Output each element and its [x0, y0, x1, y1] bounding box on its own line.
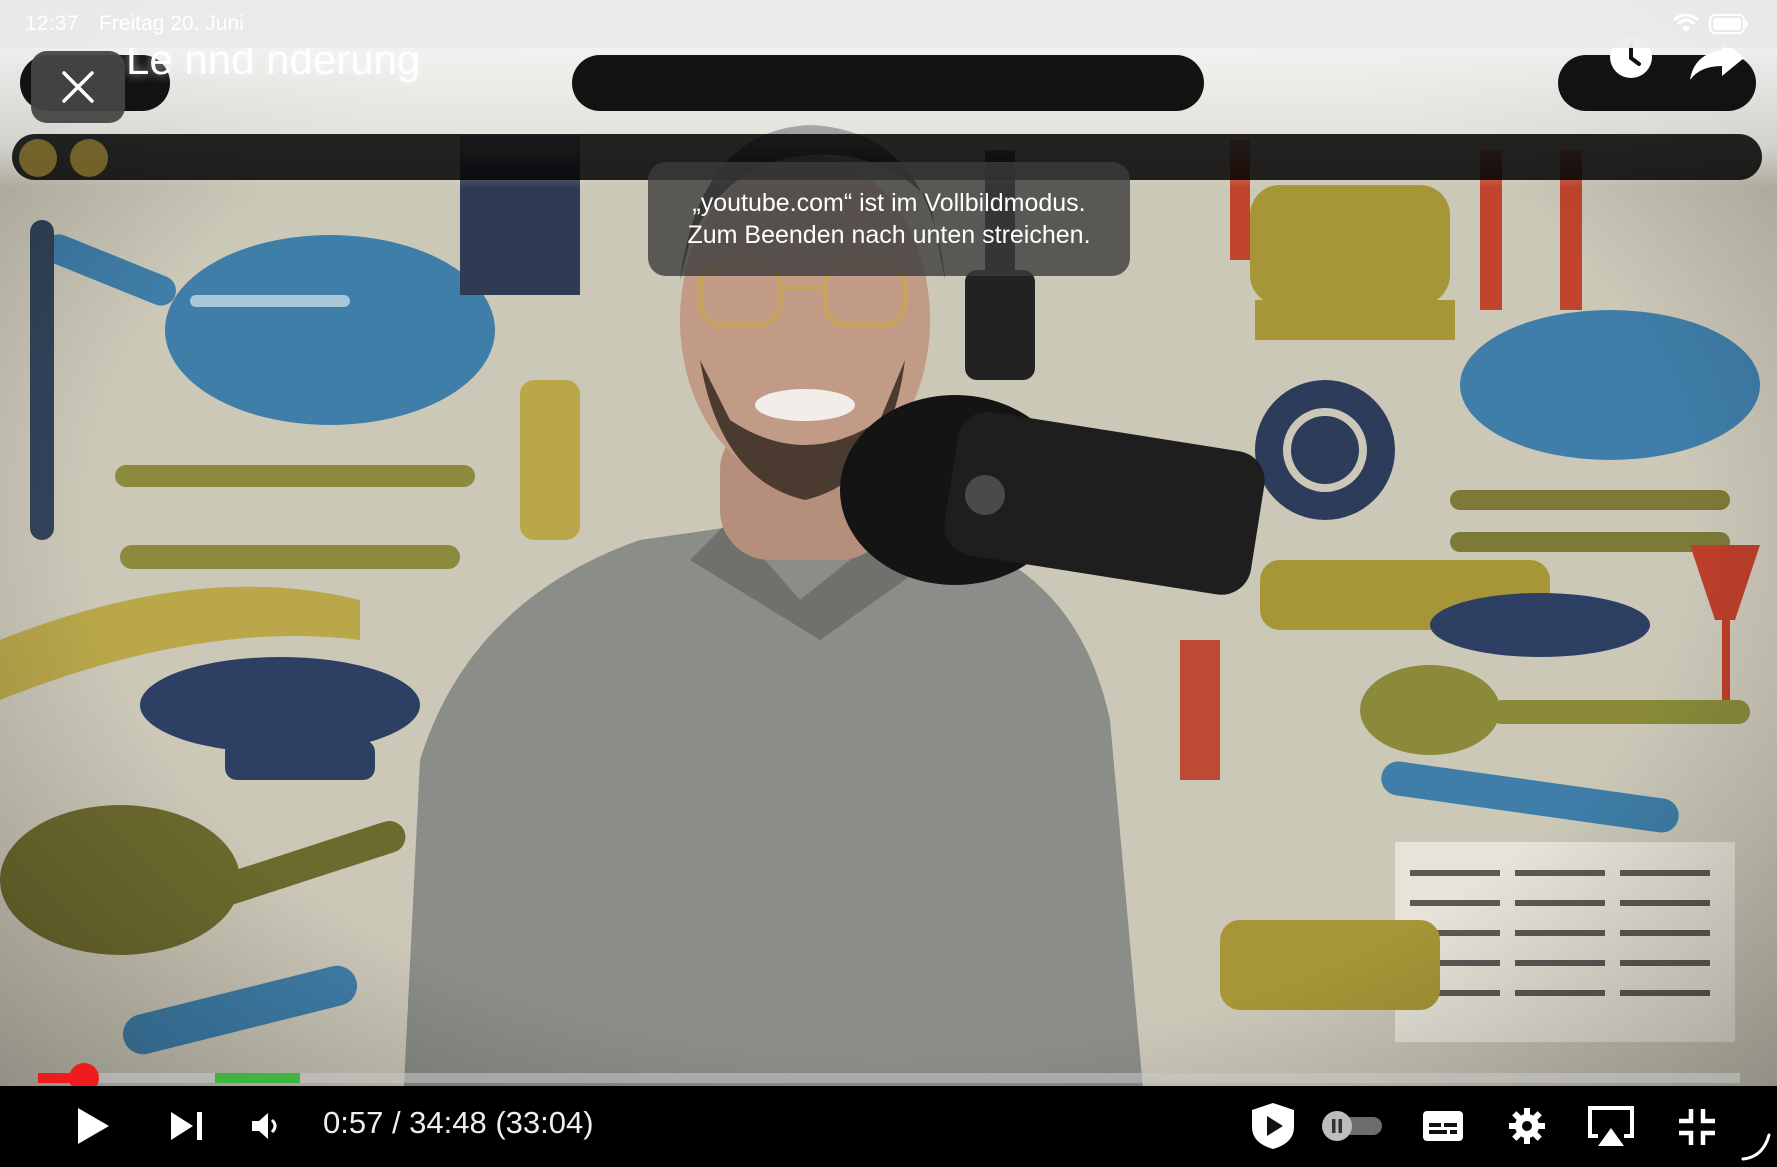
- fullscreen-toast: „youtube.com“ ist im Vollbildmodus. Zum …: [648, 162, 1130, 276]
- next-icon: [171, 1112, 202, 1140]
- next-button[interactable]: [166, 1106, 208, 1146]
- subtitles-icon: [1423, 1111, 1463, 1141]
- settings-button[interactable]: [1506, 1105, 1548, 1147]
- autoplay-toggle[interactable]: [1320, 1110, 1386, 1142]
- resize-handle-icon[interactable]: [1739, 1129, 1773, 1163]
- shield-play-icon: [1252, 1103, 1294, 1149]
- time-display: 0:57 / 34:48 (33:04): [323, 1105, 594, 1140]
- shield-play-button[interactable]: [1247, 1100, 1299, 1152]
- status-indicators: [1673, 14, 1749, 34]
- toast-line-2: Zum Beenden nach unten streichen.: [687, 221, 1091, 249]
- close-icon: [62, 71, 94, 103]
- gear-icon: [1509, 1108, 1545, 1144]
- chrome-pill-center: [572, 55, 1204, 111]
- airplay-icon: [1588, 1106, 1634, 1146]
- subtitles-button[interactable]: [1420, 1106, 1466, 1146]
- status-bar: 12:37 Freitag 20. Juni: [0, 0, 1777, 48]
- airplay-button[interactable]: [1586, 1103, 1636, 1149]
- chrome-dot: [70, 139, 108, 177]
- autoplay-toggle-icon: [1322, 1111, 1382, 1141]
- wifi-icon: [1673, 14, 1699, 34]
- toast-line-1: „youtube.com“ ist im Vollbildmodus.: [692, 189, 1086, 217]
- chrome-dot: [19, 139, 57, 177]
- volume-icon: [252, 1113, 277, 1139]
- volume-button[interactable]: [246, 1106, 286, 1146]
- exit-fullscreen-button[interactable]: [1676, 1106, 1718, 1148]
- play-icon: [78, 1108, 109, 1144]
- play-button[interactable]: [70, 1103, 116, 1149]
- status-time: 12:37: [25, 12, 79, 35]
- exit-fullscreen-icon: [1679, 1109, 1715, 1145]
- battery-icon: [1709, 14, 1749, 34]
- progress-buffer: [215, 1073, 301, 1083]
- status-date: Freitag 20. Juni: [99, 12, 244, 35]
- close-button[interactable]: [31, 51, 125, 123]
